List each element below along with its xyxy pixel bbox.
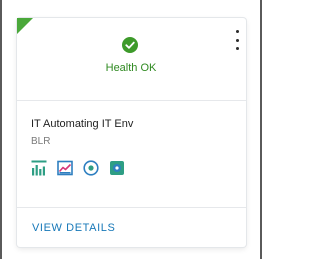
view-details-link[interactable]: VIEW DETAILS — [32, 222, 115, 234]
target-icon[interactable] — [83, 160, 99, 176]
check-circle-icon — [122, 37, 138, 53]
line-chart-icon[interactable] — [57, 160, 73, 176]
card-divider — [17, 100, 246, 101]
action-icons-row — [31, 160, 125, 176]
card-divider — [17, 207, 246, 208]
status-corner-triangle — [17, 18, 33, 34]
window-frame-right — [260, 0, 262, 259]
settings-box-icon[interactable] — [109, 160, 125, 176]
kebab-dot — [235, 47, 239, 50]
window-frame-left — [0, 0, 2, 259]
health-status-label: Health OK — [105, 62, 157, 74]
application-name: IT Automating IT Env — [31, 118, 134, 130]
kebab-dot — [235, 38, 239, 42]
location-label: BLR — [31, 136, 51, 147]
bar-chart-icon[interactable] — [31, 160, 47, 176]
card-menu-button[interactable] — [233, 30, 241, 50]
kebab-dot — [235, 30, 239, 33]
